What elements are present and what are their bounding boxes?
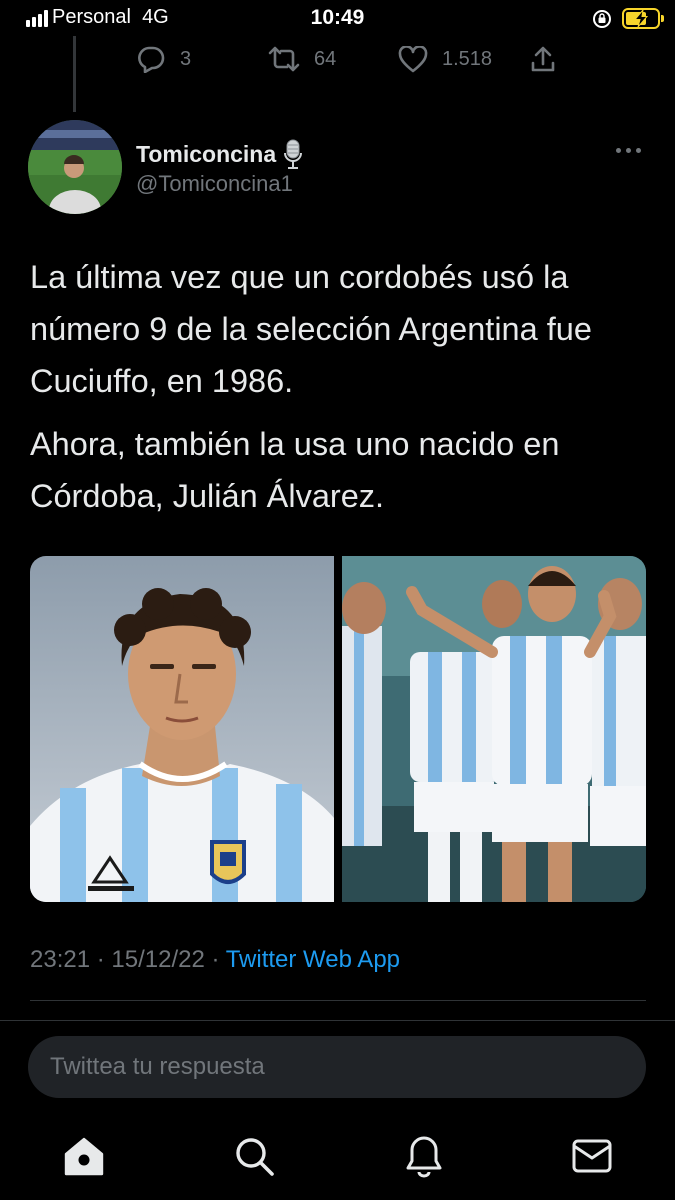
tweet-paragraph-1: La última vez que un cordobés usó la núm… bbox=[30, 259, 592, 399]
reply-action[interactable]: 3 bbox=[136, 44, 191, 74]
search-icon[interactable] bbox=[232, 1134, 276, 1178]
tweet-paragraph-2: Ahora, también la usa uno nacido en Córd… bbox=[30, 426, 560, 514]
share-icon bbox=[531, 46, 555, 72]
share-action[interactable] bbox=[530, 44, 570, 74]
team-celebration-photo bbox=[342, 556, 646, 902]
divider bbox=[30, 1000, 646, 1001]
home-icon[interactable] bbox=[62, 1134, 106, 1178]
author-avatar[interactable] bbox=[28, 120, 122, 214]
battery-icon bbox=[622, 8, 664, 29]
notifications-icon[interactable] bbox=[402, 1134, 446, 1178]
reply-composer[interactable] bbox=[28, 1036, 646, 1098]
tweet-image-1[interactable] bbox=[30, 556, 334, 902]
author-handle[interactable]: @Tomiconcina1 bbox=[136, 171, 293, 197]
microphone-icon bbox=[284, 139, 303, 169]
author-name-row[interactable]: Tomiconcina bbox=[136, 138, 304, 170]
retweet-count: 64 bbox=[314, 47, 337, 70]
tweet-metadata: 23:21 · 15/12/22 · Twitter Web App bbox=[30, 946, 400, 974]
player-portrait-photo bbox=[30, 556, 334, 902]
tweet-detail-screen: Personal 4G 10:49 3 64 1.518 Tomiconcina… bbox=[0, 0, 675, 1200]
reply-count: 3 bbox=[180, 47, 192, 70]
tweet-source-link[interactable]: Twitter Web App bbox=[226, 946, 400, 973]
more-options-icon[interactable] bbox=[616, 146, 646, 156]
retweet-action[interactable]: 64 bbox=[268, 44, 336, 74]
divider bbox=[0, 1020, 675, 1021]
status-time: 10:49 bbox=[310, 6, 365, 29]
status-bar: Personal 4G 10:49 bbox=[0, 0, 675, 38]
retweet-icon bbox=[268, 46, 300, 72]
reply-icon bbox=[138, 46, 165, 73]
bottom-tab-bar bbox=[0, 1110, 675, 1200]
like-action[interactable]: 1.518 bbox=[398, 44, 492, 74]
tweet-image-2[interactable] bbox=[342, 556, 646, 902]
tweet-timestamp: 23:21 · 15/12/22 · bbox=[30, 946, 226, 973]
heart-icon bbox=[398, 45, 428, 72]
orientation-lock-icon bbox=[593, 10, 611, 28]
reply-input[interactable] bbox=[50, 1036, 630, 1098]
avatar-photo bbox=[28, 120, 122, 214]
author-name: Tomiconcina bbox=[136, 140, 277, 167]
charging-bolt-icon bbox=[633, 10, 649, 27]
like-count: 1.518 bbox=[442, 47, 493, 70]
messages-icon[interactable] bbox=[570, 1134, 614, 1178]
thread-connector-line bbox=[73, 36, 76, 112]
